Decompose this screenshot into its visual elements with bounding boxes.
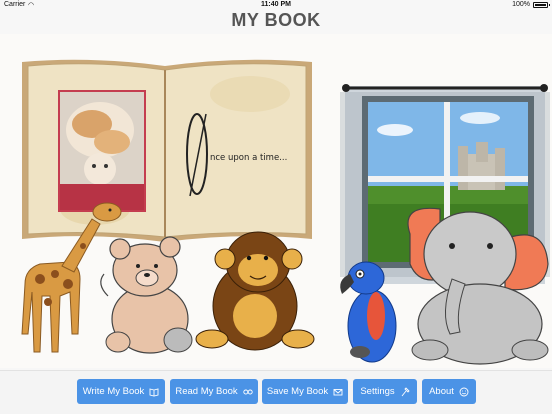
scene-illustration: O nce upon a time... xyxy=(0,34,550,365)
save-my-book-label: Save My Book xyxy=(266,386,329,397)
settings-label: Settings xyxy=(360,386,395,397)
clock: 11:40 PM xyxy=(261,1,291,8)
book-icon xyxy=(149,387,159,396)
settings-button[interactable]: Settings xyxy=(353,379,417,404)
scene: O nce upon a time... xyxy=(0,34,552,368)
about-label: About xyxy=(429,386,454,397)
read-my-book-button[interactable]: Read My Book xyxy=(170,379,258,404)
write-my-book-button[interactable]: Write My Book xyxy=(77,379,165,404)
write-my-book-label: Write My Book xyxy=(82,386,145,397)
teddy-bear-toy xyxy=(100,236,193,354)
page-title: MY BOOK xyxy=(231,10,321,30)
save-my-book-button[interactable]: Save My Book xyxy=(262,379,348,404)
read-my-book-label: Read My Book xyxy=(175,386,238,397)
smiley-icon xyxy=(459,387,469,396)
hammer-icon xyxy=(401,386,410,396)
bottom-toolbar: Write My Book Read My Book Save My Book … xyxy=(0,370,552,414)
envelope-icon xyxy=(333,388,343,395)
battery-icon xyxy=(533,2,550,8)
story-text: nce upon a time... xyxy=(210,153,287,163)
about-button[interactable]: About xyxy=(422,379,476,404)
battery-percent: 100% xyxy=(512,1,530,8)
status-bar: Carrier ◠ 11:40 PM 100% xyxy=(0,0,552,10)
drop-cap: O xyxy=(0,34,1,35)
glasses-icon xyxy=(243,389,253,394)
monkey-toy xyxy=(195,231,315,351)
cat-photo xyxy=(58,90,146,212)
